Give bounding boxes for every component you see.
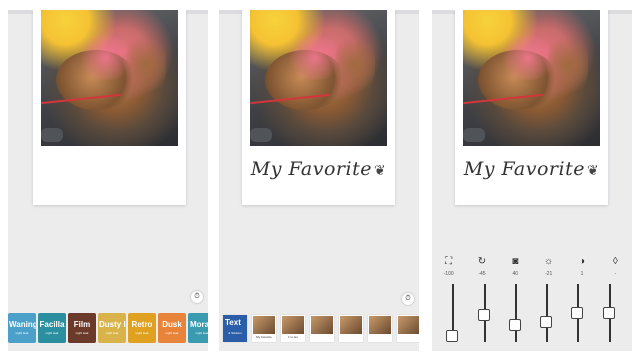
adjust-value: 40 [512, 271, 519, 277]
sticker-thumbnail[interactable] [339, 315, 363, 342]
crop-icon: ⛶ [445, 256, 453, 267]
sticker-caption: 1 to ten [287, 335, 298, 339]
sticker-thumbnail[interactable]: 1 to ten [281, 315, 305, 342]
filter-thumbnail[interactable]: Retro Light leak [128, 313, 156, 343]
sticker-thumbnail[interactable] [368, 315, 392, 342]
adjust-tool[interactable]: ☼ -21 [534, 256, 564, 277]
filter-thumbnail[interactable]: Facilla Light leak [38, 313, 66, 343]
dog-photo [41, 10, 178, 146]
dog-photo [463, 10, 600, 146]
polaroid-frame: My Favorite ❦ [455, 10, 608, 205]
saturation-icon: ◊ [612, 256, 618, 267]
sticker-image [369, 316, 391, 334]
sticker-strip: Text & Stickers My Favorite 1 to ten [223, 315, 419, 342]
sticker-image [398, 316, 419, 334]
filter-thumbnail[interactable]: Waning Light leak [8, 313, 36, 343]
dog-photo [250, 10, 387, 146]
filter-sublabel: Light leak [15, 331, 29, 335]
sticker-image [340, 316, 362, 334]
sticker-label: Text [225, 318, 241, 327]
adjust-slider[interactable] [603, 284, 615, 342]
filter-label: Waning [9, 320, 36, 329]
sticker-thumbnail[interactable]: My Favorite [252, 315, 276, 342]
filter-label: Retro [131, 320, 153, 329]
heart-icon: ❦ [373, 163, 387, 179]
slider-thumb[interactable] [571, 307, 583, 319]
text-sticker-button[interactable]: Text & Stickers [223, 315, 247, 342]
clock-icon[interactable]: ⏱ [191, 291, 203, 303]
adjust-tool[interactable]: ⛶ -100 [434, 256, 464, 277]
sticker-sublabel: & Stickers [228, 331, 242, 335]
filter-label: Dusk [162, 320, 182, 329]
sticker-image [253, 316, 275, 334]
adjust-tool[interactable]: ◊ - [600, 256, 630, 277]
adjust-slider[interactable] [446, 284, 458, 342]
polaroid-caption[interactable]: My Favorite ❦ [455, 158, 608, 180]
adjust-panel: My Favorite ❦ ⛶ -100 ↻ -45 ◙ 40 ☼ -21 ◑ 1 ◊ - [432, 10, 632, 351]
filter-thumbnail[interactable]: Dusk Light leak [158, 313, 186, 343]
filter-thumbnail[interactable]: Dusty I Light leak [98, 313, 126, 343]
adjust-value: -21 [545, 271, 553, 277]
vignette-icon: ◙ [512, 256, 519, 267]
adjust-value: - [614, 271, 617, 277]
adjust-tool[interactable]: ◑ 1 [567, 256, 597, 277]
slider-thumb[interactable] [509, 318, 521, 331]
polaroid-frame [33, 10, 186, 205]
filter-thumbnail[interactable]: Moran Light leak [188, 313, 208, 343]
adjust-value: 1 [580, 271, 584, 277]
heart-icon: ❦ [586, 163, 600, 179]
sticker-thumbnail[interactable] [310, 315, 334, 342]
filter-strip: Waning Light leak Facilla Light leak Film Lig… [8, 313, 208, 343]
filter-sublabel: Light leak [75, 331, 89, 335]
adjust-value: -100 [443, 271, 454, 277]
adjust-tool[interactable]: ↻ -45 [467, 256, 497, 277]
filter-sublabel: Light leak [135, 331, 149, 335]
filter-thumbnail[interactable]: Film Light leak [68, 313, 96, 343]
filter-sublabel: Light leak [195, 331, 208, 335]
contrast-icon: ◑ [578, 256, 585, 267]
clock-icon[interactable]: ⏱ [402, 293, 414, 305]
adjust-slider[interactable] [571, 284, 583, 342]
adjustment-controls: ⛶ -100 ↻ -45 ◙ 40 ☼ -21 ◑ 1 ◊ - [432, 248, 632, 351]
adjust-slider[interactable] [478, 284, 490, 342]
sticker-image [282, 316, 304, 334]
filter-label: Film [73, 320, 91, 329]
caption-text: My Favorite [250, 158, 372, 180]
filter-sublabel: Light leak [105, 331, 119, 335]
sticker-panel: My Favorite ❦ ⏱ Text & Stickers My Favorite… [219, 10, 419, 351]
slider-thumb[interactable] [603, 307, 615, 319]
filter-label: Moran [190, 320, 208, 329]
sticker-caption: My Favorite [256, 335, 272, 339]
rotate-icon: ↻ [477, 256, 487, 267]
caption-text: My Favorite [463, 158, 585, 180]
brightness-icon: ☼ [544, 256, 554, 267]
slider-thumb[interactable] [540, 316, 552, 329]
sticker-thumbnail[interactable] [397, 315, 419, 342]
slider-thumb[interactable] [478, 309, 490, 322]
slider-thumb[interactable] [446, 330, 458, 342]
filter-sublabel: Light leak [165, 331, 179, 335]
adjust-value: -45 [478, 271, 486, 277]
sticker-image [311, 316, 333, 334]
polaroid-caption[interactable]: My Favorite ❦ [242, 158, 395, 180]
adjust-slider[interactable] [540, 284, 552, 342]
polaroid-frame: My Favorite ❦ [242, 10, 395, 205]
adjust-slider[interactable] [509, 284, 521, 342]
filter-label: Facilla [39, 320, 65, 329]
adjust-tool[interactable]: ◙ 40 [500, 256, 530, 277]
filter-sublabel: Light leak [45, 331, 59, 335]
filter-label: Dusty I [99, 320, 126, 329]
filter-panel: ⏱ Waning Light leak Facilla Light leak Film L… [8, 10, 208, 351]
